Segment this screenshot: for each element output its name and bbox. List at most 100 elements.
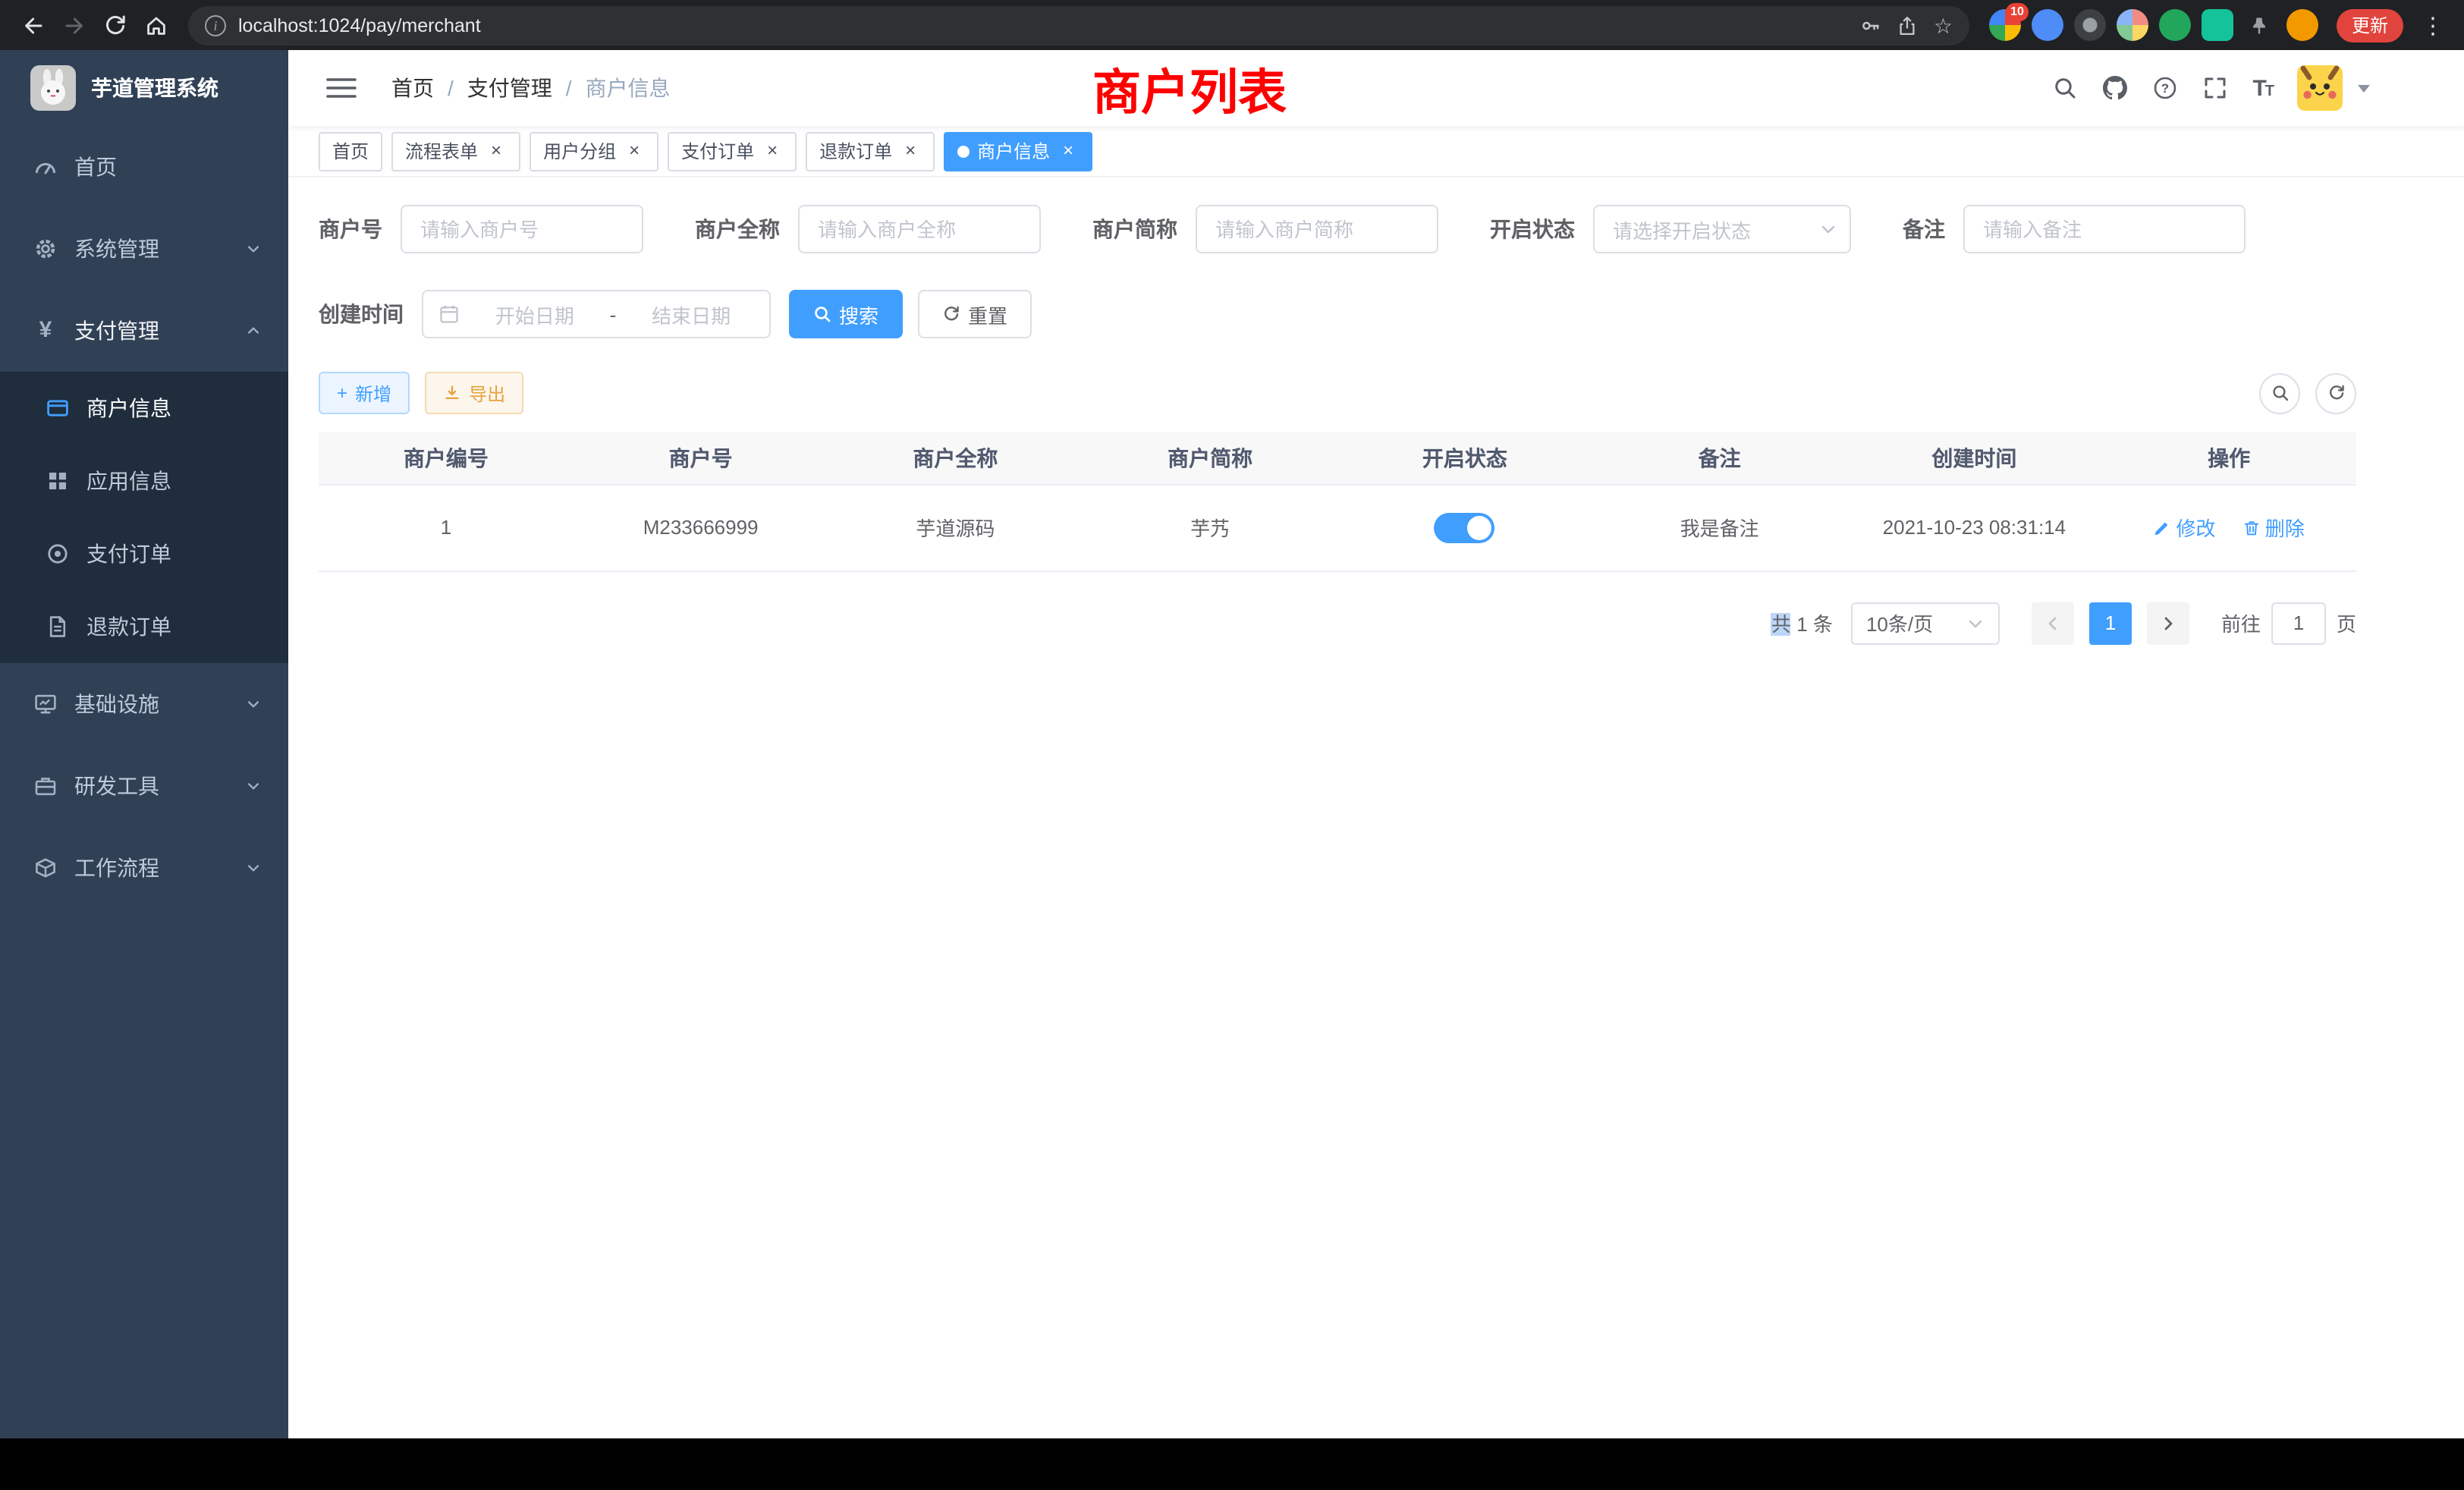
sidebar-item-infra[interactable]: 基础设施: [0, 663, 288, 745]
tab-user-group[interactable]: 用户分组: [530, 131, 658, 171]
sidebar-item-workflow[interactable]: 工作流程: [0, 827, 288, 909]
avatar[interactable]: [2297, 65, 2343, 111]
breadcrumb: 首页 / 支付管理 / 商户信息: [391, 73, 671, 103]
browser-forward-button[interactable]: [53, 5, 94, 46]
sidebar-item-app-info[interactable]: 应用信息: [0, 445, 288, 517]
header-search-icon[interactable]: [2052, 75, 2078, 101]
app-title: 芋道管理系统: [91, 73, 218, 103]
tab-process-form[interactable]: 流程表单: [391, 131, 520, 171]
sidebar: 芋道管理系统 首页 系统管理 ¥ 支付管理 商户信息: [0, 50, 288, 1438]
tab-home[interactable]: 首页: [319, 131, 382, 171]
tab-refund-order[interactable]: 退款订单: [806, 131, 935, 171]
extension-icon-8[interactable]: [2286, 9, 2318, 41]
table-header-row: 商户编号 商户号 商户全称 商户简称 开启状态 备注 创建时间 操作: [319, 432, 2356, 484]
close-icon[interactable]: [762, 140, 783, 162]
search-button[interactable]: 搜索: [789, 290, 903, 338]
pagination-total: 共 1 条: [1771, 608, 1833, 637]
cell-create-time: 2021-10-23 08:31:14: [1847, 484, 2102, 571]
reset-button[interactable]: 重置: [918, 290, 1032, 338]
chevron-down-icon: [246, 778, 261, 794]
full-name-input[interactable]: [798, 205, 1041, 253]
cell-remark: 我是备注: [1592, 484, 1847, 571]
github-icon[interactable]: [2102, 75, 2128, 101]
desktop-background: [0, 1438, 2464, 1490]
filter-row-1: 商户号 商户全称 商户简称 开启状态 请选择开启状态: [319, 205, 2356, 253]
font-size-icon[interactable]: TT: [2252, 75, 2273, 101]
share-icon[interactable]: [1897, 14, 1919, 36]
tab-merchant-info[interactable]: 商户信息: [944, 131, 1092, 171]
extension-icon-6[interactable]: [2202, 9, 2233, 41]
breadcrumb-pay[interactable]: 支付管理: [467, 73, 552, 103]
merchant-no-input[interactable]: [401, 205, 643, 253]
pikachu-avatar-icon: [2297, 65, 2343, 111]
remark-input[interactable]: [1963, 205, 2246, 253]
delete-link[interactable]: 删除: [2242, 513, 2305, 542]
chevron-down-icon: [1966, 614, 1985, 632]
status-toggle[interactable]: [1435, 512, 1495, 542]
browser-back-button[interactable]: [12, 5, 53, 46]
pagination-goto: 前往 页: [2221, 602, 2356, 644]
browser-chrome: i localhost:1024/pay/merchant ☆ 10 更新 ⋮: [0, 0, 2464, 50]
next-page-button[interactable]: [2147, 602, 2189, 644]
export-button[interactable]: 导出: [425, 372, 523, 414]
extension-icon-5[interactable]: [2159, 9, 2191, 41]
page-size-select[interactable]: 10条/页: [1851, 602, 2000, 644]
browser-reload-button[interactable]: [94, 5, 135, 46]
filter-short-name: 商户简称: [1092, 205, 1438, 253]
svg-text:?: ?: [2161, 81, 2169, 96]
sidebar-item-pay[interactable]: ¥ 支付管理: [0, 290, 288, 372]
table-toolbar: + 新增 导出: [319, 372, 2356, 414]
short-name-input[interactable]: [1196, 205, 1438, 253]
create-time-range-picker[interactable]: 开始日期 - 结束日期: [422, 290, 771, 338]
breadcrumb-home[interactable]: 首页: [391, 73, 434, 103]
sidebar-item-home[interactable]: 首页: [0, 126, 288, 208]
chevron-down-icon: [246, 241, 261, 256]
avatar-dropdown-caret-icon[interactable]: [2358, 84, 2370, 92]
extension-icon-1[interactable]: 10: [1989, 9, 2021, 41]
toggle-search-button[interactable]: [2259, 372, 2300, 413]
hamburger-icon[interactable]: [311, 76, 372, 100]
prev-page-button[interactable]: [2032, 602, 2074, 644]
sidebar-logo[interactable]: 芋道管理系统: [0, 50, 288, 126]
extension-pin-icon[interactable]: [2244, 9, 2276, 41]
sidebar-item-system[interactable]: 系统管理: [0, 208, 288, 290]
page-number-button[interactable]: 1: [2089, 602, 2132, 644]
close-icon[interactable]: [900, 140, 921, 162]
reload-icon: [102, 13, 127, 37]
sidebar-item-label: 支付订单: [86, 539, 171, 569]
extension-icon-3[interactable]: [2074, 9, 2106, 41]
fullscreen-icon[interactable]: [2202, 75, 2228, 101]
url-bar[interactable]: i localhost:1024/pay/merchant ☆: [188, 5, 1969, 45]
browser-menu-icon[interactable]: ⋮: [2414, 11, 2452, 39]
refresh-icon: [2327, 384, 2345, 402]
sidebar-item-refund-order[interactable]: 退款订单: [0, 590, 288, 663]
goto-page-input[interactable]: [2271, 602, 2326, 644]
pagination: 共 1 条 10条/页 1 前往 页: [319, 602, 2356, 644]
sidebar-item-devtools[interactable]: 研发工具: [0, 745, 288, 827]
search-icon: [2271, 384, 2289, 402]
browser-update-button[interactable]: 更新: [2337, 8, 2403, 42]
sidebar-item-pay-order[interactable]: 支付订单: [0, 517, 288, 590]
password-key-icon[interactable]: [1861, 14, 1882, 36]
edit-link[interactable]: 修改: [2153, 513, 2215, 542]
browser-home-button[interactable]: [135, 5, 176, 46]
extension-icon-2[interactable]: [2032, 9, 2063, 41]
sidebar-item-label: 退款订单: [86, 611, 171, 642]
tab-pay-order[interactable]: 支付订单: [668, 131, 797, 171]
help-icon[interactable]: ?: [2152, 75, 2178, 101]
site-info-icon[interactable]: i: [205, 14, 226, 36]
close-icon[interactable]: [486, 140, 507, 162]
status-select[interactable]: 请选择开启状态: [1593, 205, 1851, 253]
add-button[interactable]: + 新增: [319, 372, 410, 414]
bookmark-star-icon[interactable]: ☆: [1934, 14, 1953, 36]
close-icon[interactable]: [624, 140, 645, 162]
close-icon[interactable]: [1058, 140, 1079, 162]
extension-icon-4[interactable]: [2117, 9, 2148, 41]
extension-badge: 10: [2006, 3, 2029, 21]
col-actions: 操作: [2101, 432, 2356, 484]
merchant-card-icon: [46, 396, 70, 420]
refresh-table-button[interactable]: [2315, 372, 2356, 413]
url-text[interactable]: localhost:1024/pay/merchant: [238, 14, 1849, 36]
sidebar-item-merchant-info[interactable]: 商户信息: [0, 372, 288, 445]
col-remark: 备注: [1592, 432, 1847, 484]
